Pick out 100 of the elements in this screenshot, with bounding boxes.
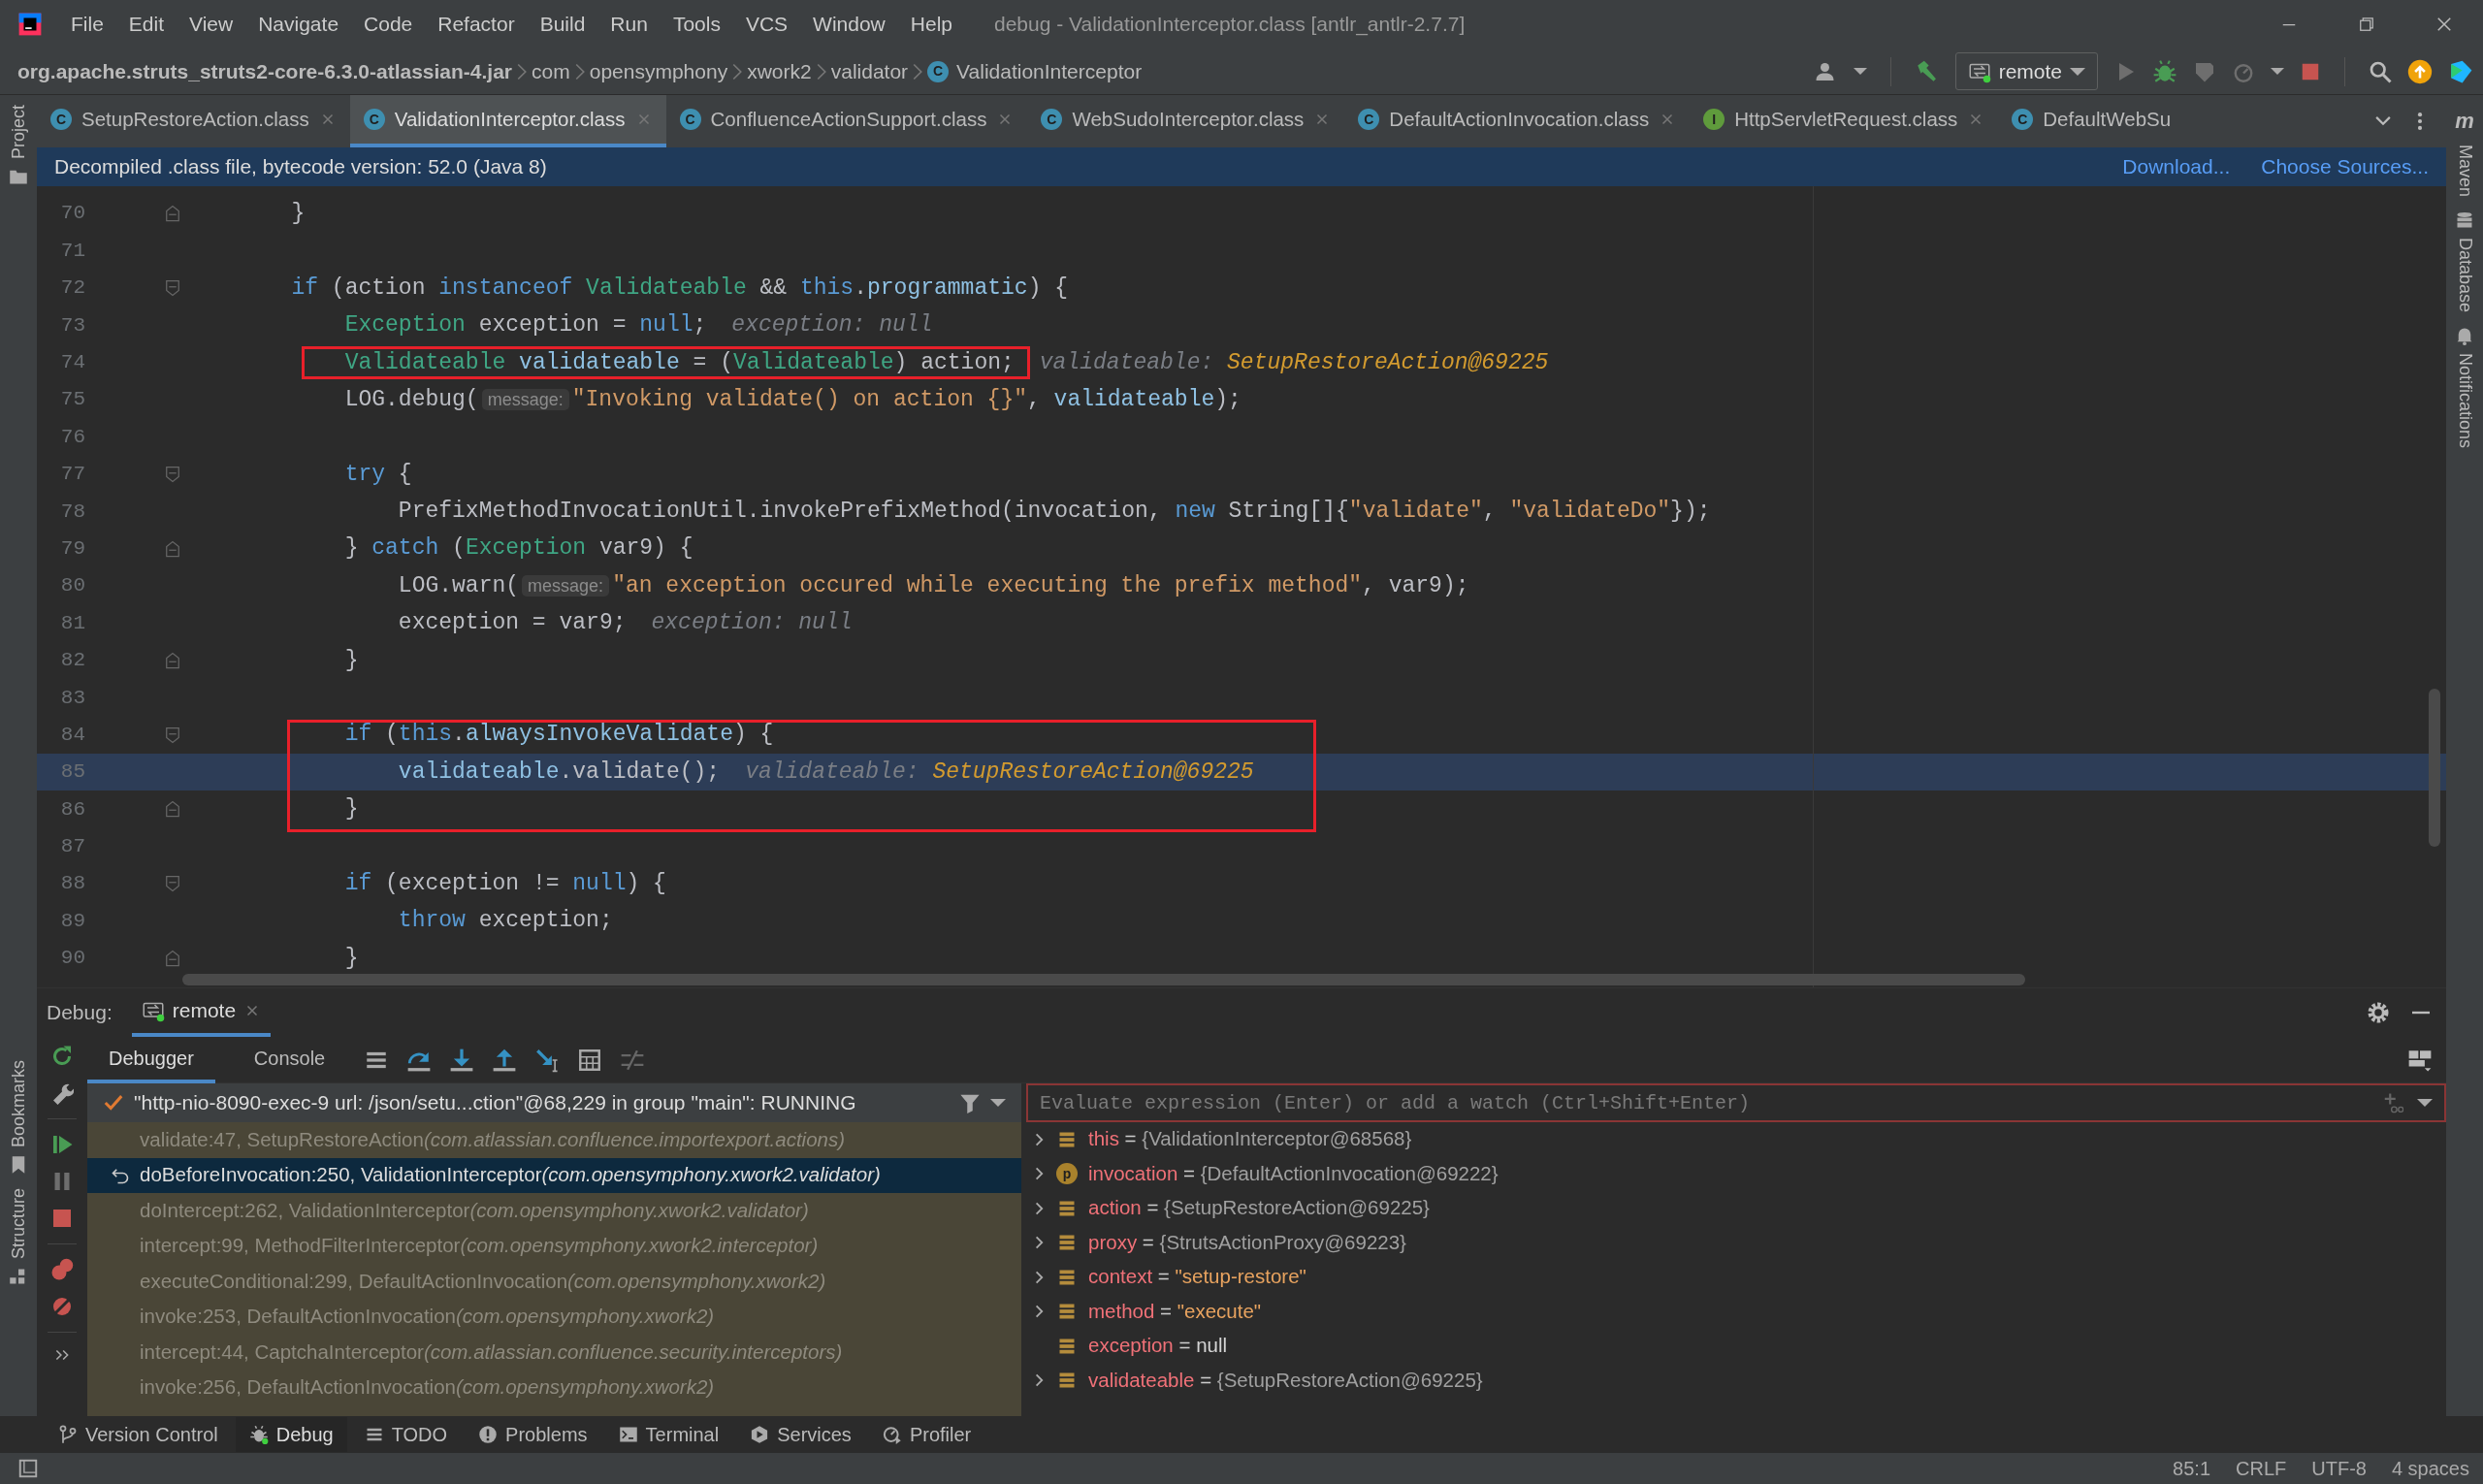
stripe-label[interactable]: Notifications bbox=[2451, 353, 2478, 449]
maven-icon[interactable]: m bbox=[2455, 105, 2474, 137]
breadcrumb-item[interactable]: ValidationInterceptor bbox=[956, 55, 1143, 87]
fold-icon[interactable] bbox=[163, 277, 182, 298]
tool-window-button[interactable]: TODO bbox=[350, 1417, 462, 1452]
calculator-icon[interactable] bbox=[577, 1047, 603, 1073]
editor-tab[interactable]: I HttpServletRequest.class bbox=[1690, 95, 1999, 147]
tool-window-button[interactable]: Profiler bbox=[868, 1417, 985, 1452]
step-into-icon[interactable] bbox=[449, 1047, 475, 1073]
filter-icon[interactable] bbox=[959, 1092, 981, 1113]
editor-tab[interactable]: C DefaultWebSu bbox=[1998, 95, 2185, 147]
debug-icon[interactable] bbox=[2152, 58, 2177, 84]
debugger-tab[interactable]: Console bbox=[232, 1036, 347, 1083]
fold-icon[interactable] bbox=[163, 204, 182, 224]
fold-icon[interactable] bbox=[163, 464, 182, 484]
stop-icon[interactable] bbox=[50, 1207, 74, 1230]
status-item[interactable]: 4 spaces bbox=[2391, 1454, 2469, 1483]
banner-link[interactable]: Download... bbox=[2122, 151, 2231, 182]
tool-window-button[interactable]: Version Control bbox=[45, 1417, 232, 1452]
menu-item[interactable]: Run bbox=[597, 9, 661, 40]
stripe-label[interactable]: Project bbox=[5, 105, 32, 160]
variable-entry[interactable]: method = "execute" bbox=[1088, 1296, 1262, 1327]
tool-window-button[interactable]: Services bbox=[736, 1417, 865, 1452]
breadcrumb-item[interactable]: validator bbox=[830, 55, 909, 87]
mute-breakpoints-icon[interactable] bbox=[50, 1295, 74, 1318]
fold-icon[interactable] bbox=[163, 874, 182, 894]
fold-icon[interactable] bbox=[163, 949, 182, 968]
watch-field[interactable]: Evaluate expression (Enter) or add a watch (Ctrl+Shift+Enter) bbox=[1026, 1083, 2446, 1122]
fold-icon[interactable] bbox=[163, 538, 182, 559]
breadcrumb-item[interactable]: com bbox=[532, 55, 570, 87]
step-out-icon[interactable] bbox=[492, 1047, 518, 1073]
editor-tab[interactable]: C ConfluenceActionSupport.class bbox=[665, 95, 1028, 147]
variable-entry[interactable]: action = {SetupRestoreAction@69225} bbox=[1088, 1193, 1430, 1224]
menu-item[interactable]: Window bbox=[800, 9, 898, 40]
run-config-dropdown[interactable]: remote bbox=[1954, 51, 2098, 91]
menu-item[interactable]: Build bbox=[527, 9, 598, 40]
code-text: "an exception occured while executing the prefix method", var9); bbox=[612, 572, 1469, 598]
close-icon[interactable] bbox=[2435, 15, 2454, 34]
fold-icon[interactable] bbox=[163, 650, 182, 670]
status-item[interactable]: 85:1 bbox=[2173, 1454, 2211, 1483]
caret-icon[interactable] bbox=[2417, 1099, 2433, 1107]
fold-icon[interactable] bbox=[163, 799, 182, 820]
settings-icon[interactable] bbox=[2367, 1001, 2390, 1024]
line-number: 81 bbox=[59, 610, 85, 636]
status-item[interactable]: CRLF bbox=[2236, 1454, 2287, 1483]
logo-icon[interactable] bbox=[2448, 58, 2473, 84]
editor-tab[interactable]: C DefaultActionInvocation.class bbox=[1344, 95, 1691, 147]
rerun-icon[interactable] bbox=[50, 1045, 74, 1068]
editor-tab[interactable]: C WebSudoInterceptor.class bbox=[1027, 95, 1345, 147]
tool-window-button[interactable]: Problems bbox=[465, 1417, 601, 1452]
restore-icon[interactable] bbox=[2357, 15, 2376, 34]
menu-item[interactable]: Tools bbox=[660, 9, 733, 40]
fold-icon[interactable] bbox=[163, 725, 182, 745]
variable-entry[interactable]: proxy = {StrutsActionProxy@69223} bbox=[1088, 1227, 1406, 1258]
variable-entry[interactable]: this = {ValidationInterceptor@68568} bbox=[1088, 1124, 1412, 1155]
tool-window-button[interactable]: Debug bbox=[235, 1417, 347, 1452]
variable-entry[interactable]: validateable = {SetupRestoreAction@69225} bbox=[1088, 1365, 1483, 1396]
caret-icon[interactable] bbox=[2271, 68, 2284, 75]
breadcrumb-item[interactable]: org.apache.struts_struts2-core-6.3.0-atlassian-4.jar bbox=[17, 55, 513, 87]
menu-item[interactable]: Edit bbox=[115, 9, 177, 40]
menu-item[interactable]: Code bbox=[351, 9, 426, 40]
stripe-label[interactable]: Database bbox=[2451, 238, 2478, 313]
menu-item[interactable]: View bbox=[177, 9, 246, 40]
variable-entry[interactable]: context = "setup-restore" bbox=[1088, 1262, 1306, 1293]
status-item[interactable]: UTF-8 bbox=[2311, 1454, 2367, 1483]
stripe-label[interactable]: Structure bbox=[5, 1187, 32, 1259]
menu-item[interactable]: VCS bbox=[732, 9, 801, 40]
stack-frame[interactable]: doBeforeInvocation:250, ValidationInterceptor(com.opensymphony.xwork2.validator) bbox=[87, 1157, 1021, 1193]
breakpoints-icon[interactable] bbox=[50, 1258, 74, 1281]
menu-item[interactable]: Navigate bbox=[245, 9, 352, 40]
variable-entry[interactable]: exception = null bbox=[1088, 1331, 1228, 1362]
scrollbar[interactable] bbox=[182, 974, 2025, 985]
database-icon[interactable] bbox=[2455, 210, 2474, 231]
caret-icon[interactable] bbox=[990, 1099, 1006, 1107]
run-to-cursor-icon[interactable] bbox=[534, 1047, 561, 1073]
update-icon[interactable] bbox=[2407, 58, 2433, 84]
parameter-hint: message: bbox=[522, 574, 610, 597]
profiler-icon bbox=[882, 1425, 902, 1444]
breadcrumb-item[interactable]: xwork2 bbox=[747, 55, 812, 87]
stripe-label[interactable]: Maven bbox=[2451, 145, 2478, 198]
menu-item[interactable]: File bbox=[58, 9, 116, 40]
breadcrumb-item[interactable]: opensymphony bbox=[589, 55, 728, 87]
add-watch-icon[interactable] bbox=[2382, 1092, 2403, 1113]
bell-icon[interactable] bbox=[2455, 326, 2474, 346]
search-icon[interactable] bbox=[2369, 59, 2392, 83]
tool-window-button[interactable]: Terminal bbox=[604, 1417, 733, 1452]
editor-tab[interactable]: C ValidationInterceptor.class bbox=[349, 95, 666, 147]
stripe-label[interactable]: Bookmarks bbox=[5, 1059, 32, 1147]
variable-entry[interactable]: invocation = {DefaultActionInvocation@69222} bbox=[1088, 1158, 1499, 1189]
line-number: 88 bbox=[59, 871, 85, 897]
caret-icon[interactable] bbox=[1853, 68, 1867, 75]
menu-item[interactable]: Help bbox=[897, 9, 965, 40]
scrollbar[interactable] bbox=[2429, 689, 2440, 847]
banner-link[interactable]: Choose Sources... bbox=[2261, 151, 2429, 182]
wrench-icon[interactable] bbox=[50, 1081, 74, 1105]
editor-tab[interactable]: C SetupRestoreAction.class bbox=[37, 95, 350, 147]
resume-icon[interactable] bbox=[50, 1133, 74, 1156]
menu-item[interactable]: Refactor bbox=[425, 9, 528, 40]
session-tab[interactable]: remote bbox=[131, 988, 272, 1037]
tool-windows-icon[interactable] bbox=[17, 1458, 39, 1479]
